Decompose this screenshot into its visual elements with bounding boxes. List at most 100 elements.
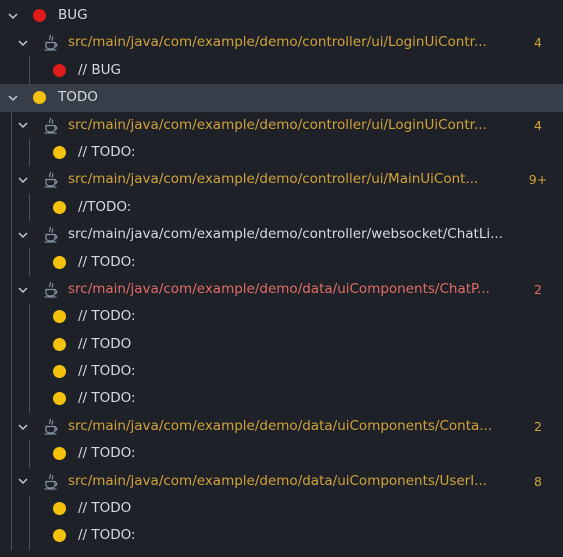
java-file-icon — [43, 226, 59, 243]
dot-icon — [53, 337, 66, 351]
dot-icon — [53, 145, 66, 159]
indent-guide — [29, 330, 30, 359]
todo-item[interactable]: // TODO: — [0, 248, 563, 276]
indent-guide — [11, 385, 12, 413]
java-file-icon — [43, 171, 59, 188]
file-path: src/main/java/com/example/demo/data/uiCo… — [68, 280, 490, 297]
todo-item-text: // TODO: — [78, 308, 136, 325]
todo-item[interactable]: // TODO — [0, 330, 563, 359]
group-row-bug[interactable]: BUG — [0, 2, 563, 29]
indent-guide — [29, 303, 30, 331]
chevron-down-icon[interactable] — [16, 29, 30, 56]
indent-guide — [29, 522, 30, 550]
indent-guide — [11, 522, 12, 550]
indent-guide — [29, 193, 30, 222]
java-file-icon — [43, 418, 59, 435]
todo-item-text: // TODO: — [78, 527, 136, 544]
dot-icon — [53, 502, 66, 516]
chevron-down-icon[interactable] — [16, 468, 30, 495]
todo-tree: BUG src/main/java/com/example/demo/contro… — [0, 2, 563, 550]
todo-item[interactable]: // TODO — [0, 495, 563, 523]
todo-item[interactable]: // TODO: — [0, 138, 563, 167]
file-path: src/main/java/com/example/demo/controlle… — [68, 226, 503, 243]
indent-guide — [11, 221, 12, 249]
todo-item[interactable]: // TODO: — [0, 522, 563, 550]
todo-item-text: //TODO: — [78, 198, 132, 215]
indent-guide — [29, 248, 30, 276]
chevron-down-icon[interactable] — [6, 84, 20, 111]
todo-item[interactable]: // TODO: — [0, 385, 563, 413]
chevron-down-icon[interactable] — [16, 112, 30, 139]
dot-icon — [33, 9, 46, 22]
dot-icon — [53, 310, 66, 324]
todo-item-text: // TODO: — [78, 363, 136, 380]
chevron-down-icon[interactable] — [6, 2, 20, 29]
dot-icon — [53, 392, 66, 406]
todo-item[interactable]: // BUG — [0, 56, 563, 85]
file-row[interactable]: src/main/java/com/example/demo/data/uiCo… — [0, 412, 563, 441]
file-path: src/main/java/com/example/demo/controlle… — [68, 34, 487, 51]
group-label: BUG — [58, 7, 88, 23]
dot-icon — [53, 200, 66, 214]
file-row[interactable]: src/main/java/com/example/demo/data/uiCo… — [0, 275, 563, 304]
indent-guide — [29, 495, 30, 523]
file-row[interactable]: src/main/java/com/example/demo/controlle… — [0, 111, 563, 139]
java-file-icon — [43, 117, 59, 134]
indent-guide — [11, 412, 12, 441]
todo-item-text: // BUG — [78, 61, 121, 78]
count-badge: 2 — [534, 418, 542, 434]
todo-item[interactable]: // TODO: — [0, 303, 563, 331]
todo-item-text: // TODO: — [78, 143, 136, 160]
file-path: src/main/java/com/example/demo/controlle… — [68, 171, 479, 188]
count-badge: 9+ — [528, 172, 548, 188]
indent-guide — [11, 495, 12, 523]
indent-guide — [29, 385, 30, 413]
file-path: src/main/java/com/example/demo/controlle… — [68, 116, 487, 133]
todo-item[interactable]: // TODO: — [0, 440, 563, 468]
java-file-icon — [43, 34, 59, 51]
indent-guide — [11, 358, 12, 386]
chevron-down-icon[interactable] — [16, 276, 30, 303]
todo-item[interactable]: // TODO: — [0, 358, 563, 386]
file-row[interactable]: src/main/java/com/example/demo/controlle… — [0, 221, 563, 249]
file-row[interactable]: src/main/java/com/example/demo/controlle… — [0, 29, 563, 56]
todo-item-text: // TODO — [78, 500, 132, 517]
file-path: src/main/java/com/example/demo/data/uiCo… — [68, 417, 493, 434]
dot-icon — [53, 365, 66, 379]
file-row[interactable]: src/main/java/com/example/demo/controlle… — [0, 166, 563, 194]
group-label: TODO — [58, 89, 98, 106]
indent-guide — [11, 111, 12, 139]
indent-guide — [11, 303, 12, 331]
indent-guide — [11, 330, 12, 359]
todo-item-text: // TODO: — [78, 253, 136, 270]
chevron-down-icon[interactable] — [16, 221, 30, 248]
indent-guide — [11, 275, 12, 304]
indent-guide — [29, 138, 30, 167]
indent-guide — [11, 138, 12, 167]
indent-guide — [11, 193, 12, 222]
chevron-down-icon[interactable] — [16, 166, 30, 193]
count-badge: 8 — [534, 473, 542, 489]
indent-guide — [29, 358, 30, 386]
indent-guide — [11, 166, 12, 194]
count-badge: 4 — [534, 117, 542, 133]
dot-icon — [53, 63, 66, 77]
count-badge: 4 — [534, 35, 542, 51]
file-row[interactable]: src/main/java/com/example/demo/data/uiCo… — [0, 467, 563, 496]
todo-item-text: // TODO — [78, 335, 132, 352]
todo-item-text: // TODO: — [78, 445, 136, 462]
indent-guide — [29, 56, 30, 85]
java-file-icon — [43, 473, 59, 490]
group-row-todo[interactable]: TODO — [0, 84, 563, 112]
indent-guide — [11, 467, 12, 496]
dot-icon — [53, 529, 66, 543]
count-badge: 2 — [534, 281, 542, 297]
indent-guide — [29, 440, 30, 468]
todo-item-text: // TODO: — [78, 390, 136, 407]
chevron-down-icon[interactable] — [16, 413, 30, 440]
todo-item[interactable]: //TODO: — [0, 193, 563, 222]
file-path: src/main/java/com/example/demo/data/uiCo… — [68, 472, 488, 489]
indent-guide — [11, 440, 12, 468]
dot-icon — [33, 91, 46, 105]
dot-icon — [53, 255, 66, 269]
